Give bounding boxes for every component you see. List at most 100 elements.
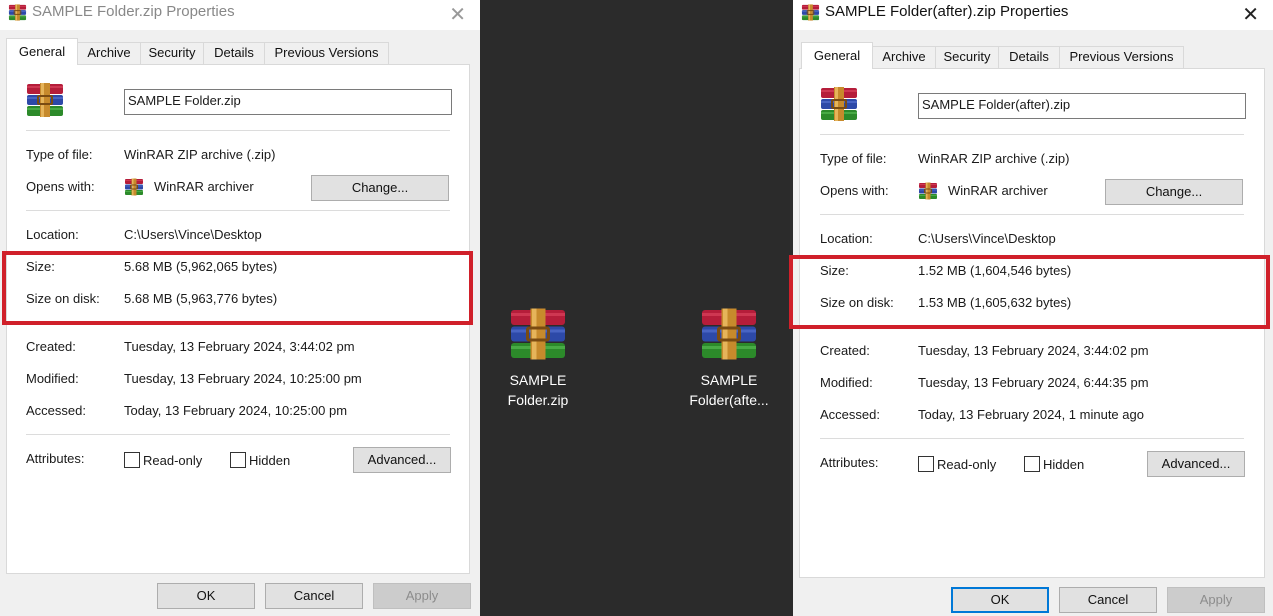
location-value: C:\Users\Vince\Desktop: [124, 227, 262, 242]
title-bar: SAMPLE Folder(after).zip Properties ✕: [793, 0, 1273, 30]
winrar-archive-icon: [699, 308, 759, 360]
desktop-file-label: SAMPLE Folder.zip: [483, 370, 593, 410]
location-label: Location:: [820, 231, 873, 246]
readonly-label: Read-only: [143, 453, 203, 468]
location-label: Location:: [26, 227, 79, 242]
properties-dialog-before: SAMPLE Folder.zip Properties ✕ General A…: [0, 0, 480, 616]
cancel-button[interactable]: Cancel: [265, 583, 363, 609]
desktop-file-label-line1: SAMPLE: [509, 372, 567, 388]
location-value: C:\Users\Vince\Desktop: [918, 231, 1056, 246]
hidden-label: Hidden: [1043, 457, 1085, 472]
size-label: Size:: [26, 259, 55, 274]
divider: [820, 214, 1244, 215]
created-value: Tuesday, 13 February 2024, 3:44:02 pm: [124, 339, 355, 354]
ok-button[interactable]: OK: [157, 583, 255, 609]
window-title: SAMPLE Folder(after).zip Properties: [825, 3, 1069, 20]
change-button[interactable]: Change...: [311, 175, 449, 201]
winrar-archive-icon: [918, 181, 938, 201]
close-icon[interactable]: ✕: [1242, 2, 1259, 27]
attributes-label: Attributes:: [820, 455, 879, 470]
winrar-archive-icon: [801, 3, 820, 22]
desktop-file-before[interactable]: SAMPLE Folder.zip: [483, 308, 593, 410]
cancel-button[interactable]: Cancel: [1059, 587, 1157, 613]
readonly-checkbox[interactable]: [918, 456, 934, 472]
file-name-field[interactable]: SAMPLE Folder(after).zip: [918, 93, 1246, 119]
attributes-label: Attributes:: [26, 451, 85, 466]
hidden-label: Hidden: [249, 453, 291, 468]
size-on-disk-label: Size on disk:: [820, 295, 894, 310]
divider: [820, 327, 1244, 328]
modified-label: Modified:: [820, 375, 873, 390]
general-panel: [799, 68, 1265, 578]
opens-with-value: WinRAR archiver: [154, 179, 254, 194]
divider: [26, 323, 450, 324]
desktop-file-label-line2: Folder(afte...: [689, 392, 769, 408]
tab-details[interactable]: Details: [998, 46, 1060, 68]
opens-with-label: Opens with:: [820, 183, 889, 198]
modified-value: Tuesday, 13 February 2024, 6:44:35 pm: [918, 375, 1149, 390]
close-icon[interactable]: ✕: [449, 2, 466, 27]
divider: [26, 434, 450, 435]
winrar-archive-icon: [25, 83, 65, 117]
accessed-label: Accessed:: [820, 407, 880, 422]
winrar-archive-icon: [819, 87, 859, 121]
opens-with-value: WinRAR archiver: [948, 183, 1048, 198]
modified-label: Modified:: [26, 371, 79, 386]
accessed-value: Today, 13 February 2024, 1 minute ago: [918, 407, 1144, 422]
desktop-file-after[interactable]: SAMPLE Folder(afte...: [674, 308, 784, 410]
divider: [820, 438, 1244, 439]
apply-button[interactable]: Apply: [1167, 587, 1265, 613]
tab-archive[interactable]: Archive: [77, 42, 141, 64]
opens-with-label: Opens with:: [26, 179, 95, 194]
tab-general[interactable]: General: [801, 42, 873, 69]
apply-button[interactable]: Apply: [373, 583, 471, 609]
desktop-file-label: SAMPLE Folder(afte...: [674, 370, 784, 410]
accessed-label: Accessed:: [26, 403, 86, 418]
accessed-value: Today, 13 February 2024, 10:25:00 pm: [124, 403, 348, 418]
title-bar: SAMPLE Folder.zip Properties ✕: [0, 0, 480, 30]
general-panel: [6, 64, 470, 574]
divider: [26, 210, 450, 211]
tab-archive[interactable]: Archive: [872, 46, 936, 68]
tab-previous-versions[interactable]: Previous Versions: [264, 42, 389, 64]
winrar-archive-icon: [8, 3, 27, 22]
advanced-button[interactable]: Advanced...: [1147, 451, 1245, 477]
desktop-file-label-line2: Folder.zip: [507, 392, 569, 408]
tab-security[interactable]: Security: [140, 42, 204, 64]
winrar-archive-icon: [508, 308, 568, 360]
tab-details[interactable]: Details: [203, 42, 265, 64]
size-on-disk-value: 1.53 MB (1,605,632 bytes): [918, 295, 1072, 310]
size-value: 1.52 MB (1,604,546 bytes): [918, 263, 1072, 278]
divider: [820, 134, 1244, 135]
readonly-label: Read-only: [937, 457, 997, 472]
created-label: Created:: [820, 343, 870, 358]
change-button[interactable]: Change...: [1105, 179, 1243, 205]
type-value: WinRAR ZIP archive (.zip): [124, 147, 276, 162]
type-label: Type of file:: [26, 147, 93, 162]
ok-button[interactable]: OK: [951, 587, 1049, 613]
desktop-file-label-line1: SAMPLE: [700, 372, 758, 388]
size-on-disk-value: 5.68 MB (5,963,776 bytes): [124, 291, 278, 306]
modified-value: Tuesday, 13 February 2024, 10:25:00 pm: [124, 371, 362, 386]
tab-strip: General Archive Security Details Previou…: [6, 38, 474, 65]
size-on-disk-label: Size on disk:: [26, 291, 100, 306]
properties-dialog-after: SAMPLE Folder(after).zip Properties ✕ Ge…: [793, 0, 1273, 616]
file-name-field[interactable]: SAMPLE Folder.zip: [124, 89, 452, 115]
hidden-checkbox[interactable]: [230, 452, 246, 468]
tab-strip: General Archive Security Details Previou…: [799, 42, 1267, 69]
type-label: Type of file:: [820, 151, 887, 166]
created-label: Created:: [26, 339, 76, 354]
tab-security[interactable]: Security: [935, 46, 999, 68]
winrar-archive-icon: [124, 177, 144, 197]
readonly-checkbox[interactable]: [124, 452, 140, 468]
window-title: SAMPLE Folder.zip Properties: [32, 3, 235, 20]
tab-general[interactable]: General: [6, 38, 78, 65]
size-value: 5.68 MB (5,962,065 bytes): [124, 259, 278, 274]
divider: [26, 130, 450, 131]
tab-previous-versions[interactable]: Previous Versions: [1059, 46, 1184, 68]
size-label: Size:: [820, 263, 849, 278]
hidden-checkbox[interactable]: [1024, 456, 1040, 472]
type-value: WinRAR ZIP archive (.zip): [918, 151, 1070, 166]
created-value: Tuesday, 13 February 2024, 3:44:02 pm: [918, 343, 1149, 358]
advanced-button[interactable]: Advanced...: [353, 447, 451, 473]
